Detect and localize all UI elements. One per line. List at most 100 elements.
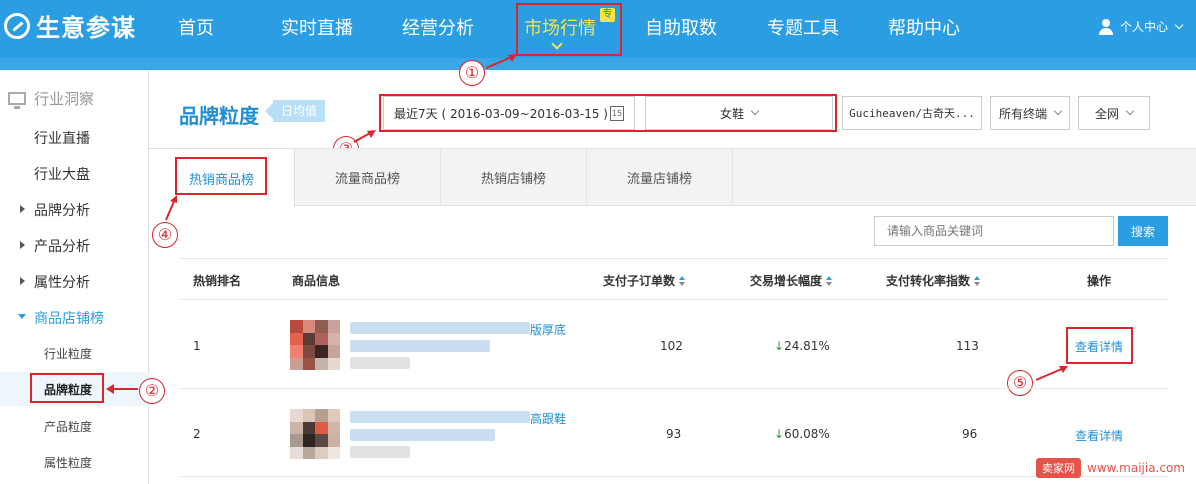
sort-icon [679, 275, 686, 286]
product-subtitle-blurred [350, 340, 490, 352]
chevron-down-icon [1053, 106, 1063, 116]
tab-hot-stores[interactable]: 热销店铺榜 [441, 149, 587, 206]
watermark-url: www.maijia.com [1087, 461, 1185, 475]
header-conversion-label: 支付转化率指数 [886, 274, 971, 288]
table-top-border [179, 258, 1168, 259]
user-menu[interactable]: 个人中心 [1098, 18, 1184, 35]
highlight-box-filters [379, 94, 837, 132]
sidebar-sub-industry-granularity[interactable]: 行业粒度 [44, 345, 92, 362]
sidebar-sub-attribute-granularity[interactable]: 属性粒度 [44, 454, 92, 471]
sort-icon [974, 275, 981, 286]
orders-cell: 93 [666, 427, 682, 441]
product-meta-blurred [350, 446, 410, 458]
tab-label: 流量店铺榜 [626, 172, 692, 187]
monitor-icon [8, 92, 26, 109]
sidebar: 行业洞察 行业直播 行业大盘 品牌分析 产品分析 属性分析 商品店铺榜 行业粒度… [0, 70, 149, 484]
sidebar-item-industry-overview[interactable]: 行业大盘 [34, 164, 90, 184]
growth-cell: ↓60.08% [774, 427, 830, 441]
annotation-2: ② [139, 378, 165, 404]
row-divider [179, 476, 1168, 477]
sort-icon [826, 275, 833, 286]
sidebar-item-goods-store-ranking[interactable]: 商品店铺榜 [34, 308, 104, 328]
caret-right-icon [20, 241, 25, 249]
header-action: 操作 [1087, 274, 1112, 288]
network-select[interactable]: 全网 [1078, 96, 1150, 130]
annotation-arrow-5 [1035, 366, 1068, 381]
sidebar-sub-product-granularity[interactable]: 产品粒度 [44, 418, 92, 435]
annotation-arrow-3 [353, 130, 376, 143]
product-title-tail[interactable]: 高跟鞋 [530, 410, 566, 427]
conversion-cell: 113 [956, 339, 979, 353]
sidebar-item-brand-analysis[interactable]: 品牌分析 [34, 200, 90, 220]
annotation-arrow-4 [165, 195, 177, 221]
growth-cell: ↓24.81% [774, 339, 830, 353]
chevron-down-icon [1125, 106, 1135, 116]
watermark: 卖家网 www.maijia.com [1036, 458, 1185, 478]
product-thumbnail[interactable] [290, 409, 340, 459]
rank-cell: 1 [193, 339, 201, 353]
sidebar-item-industry-live[interactable]: 行业直播 [34, 128, 90, 148]
header-orders-label: 支付子订单数 [603, 274, 676, 288]
page-title: 品牌粒度 [179, 104, 259, 128]
annotation-1: ① [459, 60, 485, 86]
product-title-tail[interactable]: 版厚底 [530, 321, 566, 338]
arrow-down-icon: ↓ [774, 339, 785, 353]
product-title-blurred[interactable] [350, 322, 530, 334]
product-meta-blurred [350, 357, 410, 369]
row-divider [179, 388, 1168, 389]
brand-value: Guciheaven/古奇天... [849, 107, 975, 120]
annotation-4: ④ [152, 222, 178, 248]
header-growth[interactable]: 交易增长幅度 [750, 272, 833, 289]
caret-down-icon [18, 314, 26, 319]
sidebar-section-industry-insight: 行业洞察 [8, 88, 94, 109]
growth-value: 24.81% [784, 339, 830, 353]
daily-average-tag: 日均值 [264, 100, 326, 122]
nav-special-tools[interactable]: 专题工具 [767, 14, 839, 40]
header-growth-label: 交易增长幅度 [750, 274, 823, 288]
network-value: 全网 [1094, 106, 1119, 121]
annotation-arrow-1 [485, 54, 517, 69]
highlight-box-details [1066, 327, 1133, 364]
nav-operations-analysis[interactable]: 经营分析 [402, 14, 474, 40]
tab-label: 流量商品榜 [334, 172, 400, 187]
highlight-box-nav [516, 3, 622, 56]
tab-traffic-products[interactable]: 流量商品榜 [295, 149, 441, 206]
annotation-5: ⑤ [1007, 370, 1033, 396]
nav-help-center[interactable]: 帮助中心 [888, 14, 960, 40]
chevron-down-icon [1174, 20, 1184, 29]
compass-icon [4, 12, 30, 39]
product-thumbnail[interactable] [290, 320, 340, 370]
nav-self-service-data[interactable]: 自助取数 [645, 14, 717, 40]
header-product-info: 商品信息 [292, 274, 341, 288]
arrow-down-icon: ↓ [774, 427, 785, 441]
product-subtitle-blurred [350, 429, 495, 441]
watermark-badge: 卖家网 [1036, 458, 1081, 478]
sidebar-section-label: 行业洞察 [34, 90, 95, 108]
logo[interactable]: 生意参谋 [4, 8, 136, 43]
tab-traffic-stores[interactable]: 流量店铺榜 [587, 149, 733, 206]
caret-right-icon [20, 205, 25, 213]
product-search-input[interactable] [874, 216, 1114, 246]
ranking-tabs: 热销商品榜 流量商品榜 热销店铺榜 流量店铺榜 [149, 148, 1196, 207]
growth-value: 60.08% [784, 427, 830, 441]
sidebar-item-product-analysis[interactable]: 产品分析 [34, 236, 90, 256]
annotation-arrow-2 [106, 384, 138, 394]
nav-home[interactable]: 首页 [178, 14, 214, 40]
tab-label: 热销店铺榜 [480, 172, 546, 187]
user-menu-label: 个人中心 [1119, 20, 1168, 34]
header-orders[interactable]: 支付子订单数 [603, 272, 686, 289]
sidebar-item-attribute-analysis[interactable]: 属性分析 [34, 272, 90, 292]
topbar-strip [0, 58, 1196, 70]
product-title-blurred[interactable] [350, 411, 530, 423]
nav-realtime[interactable]: 实时直播 [281, 14, 353, 40]
terminal-value: 所有终端 [998, 106, 1047, 121]
logo-text: 生意参谋 [36, 14, 136, 42]
conversion-cell: 96 [962, 427, 978, 441]
orders-cell: 102 [660, 339, 683, 353]
terminal-select[interactable]: 所有终端 [990, 96, 1070, 130]
brand-select[interactable]: Guciheaven/古奇天... [842, 96, 982, 130]
highlight-box-tab [175, 157, 267, 195]
search-button[interactable]: 搜索 [1118, 216, 1168, 246]
view-details-link[interactable]: 查看详情 [1075, 427, 1123, 444]
header-conversion[interactable]: 支付转化率指数 [886, 272, 981, 289]
